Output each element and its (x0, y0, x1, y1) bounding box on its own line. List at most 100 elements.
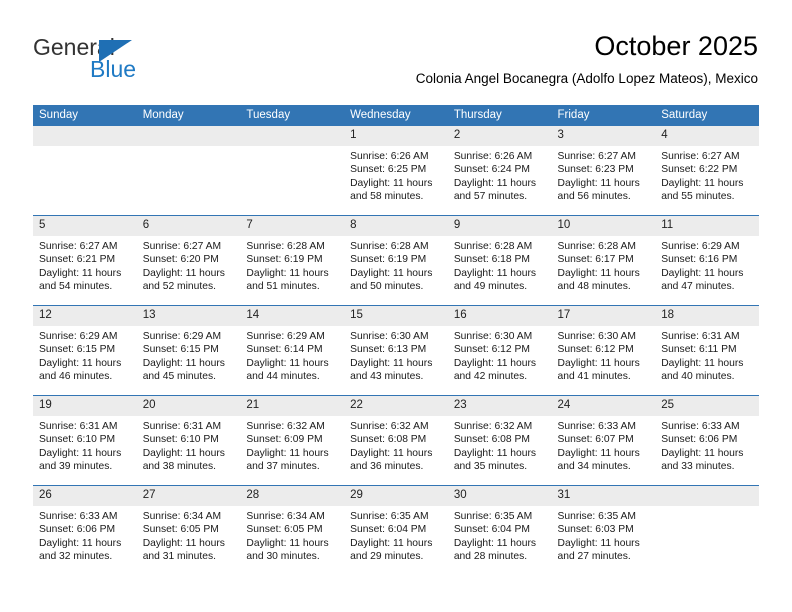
daylight-duration-line2: and 45 minutes. (142, 370, 216, 382)
calendar-day-cell[interactable]: 9 Sunrise: 6:28 AM Sunset: 6:18 PM Daylight… (447, 215, 552, 306)
weekday-header-tuesday: Tuesday (240, 105, 345, 126)
daylight-duration-line1: Daylight: 11 hours (453, 447, 537, 459)
sunrise-time: Sunrise: 6:26 AM (350, 151, 429, 162)
calendar-day-cell[interactable]: 12 Sunrise: 6:29 AM Sunset: 6:15 PM Dayligh… (33, 305, 137, 396)
calendar-day-cell[interactable]: 8 Sunrise: 6:28 AM Sunset: 6:19 PM Daylight… (344, 215, 448, 306)
sunset-time: Sunset: 6:23 PM (557, 164, 634, 176)
sunrise-time: Sunrise: 6:27 AM (39, 241, 118, 252)
calendar-day-cell[interactable]: 24 Sunrise: 6:33 AM Sunset: 6:07 PM Dayligh… (551, 395, 656, 486)
daylight-duration-line1: Daylight: 11 hours (142, 357, 225, 369)
sunrise-time: Sunrise: 6:27 AM (661, 151, 740, 162)
day-number: 11 (655, 216, 759, 236)
daylight-duration-line2: and 52 minutes. (142, 280, 216, 292)
calendar-day-cell[interactable]: 31 Sunrise: 6:35 AM Sunset: 6:03 PM Dayligh… (551, 485, 656, 575)
calendar-day-cell[interactable]: 14 Sunrise: 6:29 AM Sunset: 6:14 PM Dayligh… (240, 305, 345, 396)
calendar-day-cell[interactable]: 16 Sunrise: 6:30 AM Sunset: 6:12 PM Dayligh… (447, 305, 552, 396)
calendar-day-cell[interactable]: 2 Sunrise: 6:26 AM Sunset: 6:24 PM Daylight… (447, 126, 552, 216)
daylight-duration-line1: Daylight: 11 hours (350, 267, 433, 279)
calendar-day-cell[interactable]: 13 Sunrise: 6:29 AM Sunset: 6:15 PM Dayligh… (136, 305, 241, 396)
daylight-duration-line1: Daylight: 11 hours (142, 537, 225, 549)
daylight-duration-line2: and 43 minutes. (350, 370, 424, 382)
daylight-duration-line1: Daylight: 11 hours (557, 177, 640, 189)
daylight-duration-line1: Daylight: 11 hours (350, 177, 433, 189)
calendar-day-cell[interactable]: 10 Sunrise: 6:28 AM Sunset: 6:17 PM Dayligh… (551, 215, 656, 306)
calendar-day-cell[interactable]: 21 Sunrise: 6:32 AM Sunset: 6:09 PM Dayligh… (240, 395, 345, 486)
daylight-duration-line1: Daylight: 11 hours (453, 267, 537, 279)
calendar-day-cell[interactable]: 27 Sunrise: 6:34 AM Sunset: 6:05 PM Dayligh… (136, 485, 241, 575)
day-number: 24 (551, 396, 656, 416)
sunset-time: Sunset: 6:20 PM (142, 254, 219, 266)
calendar-day-cell[interactable]: 29 Sunrise: 6:35 AM Sunset: 6:04 PM Dayligh… (344, 485, 448, 575)
day-sun-info: Sunrise: 6:33 AM Sunset: 6:06 PM Daylight:… (655, 416, 759, 473)
calendar-day-cell[interactable]: 23 Sunrise: 6:32 AM Sunset: 6:08 PM Dayligh… (447, 395, 552, 486)
daylight-duration-line2: and 51 minutes. (246, 280, 320, 292)
calendar-table: Sunday Monday Tuesday Wednesday Thursday… (33, 105, 759, 575)
daylight-duration-line1: Daylight: 11 hours (350, 537, 433, 549)
calendar-day-cell[interactable]: 25 Sunrise: 6:33 AM Sunset: 6:06 PM Dayligh… (655, 395, 759, 486)
calendar-day-cell[interactable]: 18 Sunrise: 6:31 AM Sunset: 6:11 PM Dayligh… (655, 305, 759, 396)
day-sun-info: Sunrise: 6:29 AM Sunset: 6:16 PM Daylight:… (655, 236, 759, 293)
daylight-duration-line1: Daylight: 11 hours (246, 357, 329, 369)
calendar-day-cell[interactable]: 7 Sunrise: 6:28 AM Sunset: 6:19 PM Daylight… (240, 215, 345, 306)
day-sun-info: Sunrise: 6:29 AM Sunset: 6:14 PM Daylight:… (240, 326, 344, 383)
sunrise-time: Sunrise: 6:29 AM (142, 331, 222, 342)
sunrise-time: Sunrise: 6:33 AM (557, 421, 636, 432)
day-number: 23 (447, 396, 552, 416)
daylight-duration-line1: Daylight: 11 hours (453, 357, 537, 369)
day-number: 4 (655, 126, 759, 146)
daylight-duration-line1: Daylight: 11 hours (142, 447, 225, 459)
day-sun-info: Sunrise: 6:30 AM Sunset: 6:12 PM Daylight:… (448, 326, 552, 383)
day-sun-info: Sunrise: 6:35 AM Sunset: 6:03 PM Daylight:… (552, 506, 656, 563)
calendar-day-cell[interactable]: 22 Sunrise: 6:32 AM Sunset: 6:08 PM Dayligh… (344, 395, 448, 486)
calendar-page: General Blue October 2025 Colonia Angel … (0, 0, 792, 612)
daylight-duration-line1: Daylight: 11 hours (557, 537, 640, 549)
day-sun-info: Sunrise: 6:28 AM Sunset: 6:17 PM Daylight:… (552, 236, 656, 293)
day-sun-info: Sunrise: 6:27 AM Sunset: 6:20 PM Daylight:… (137, 236, 241, 293)
day-sun-info: Sunrise: 6:34 AM Sunset: 6:05 PM Daylight:… (240, 506, 344, 563)
sunrise-time: Sunrise: 6:31 AM (142, 421, 222, 432)
daylight-duration-line1: Daylight: 11 hours (39, 537, 122, 549)
calendar-day-cell[interactable]: 30 Sunrise: 6:35 AM Sunset: 6:04 PM Dayligh… (447, 485, 552, 575)
calendar-cell-empty (136, 126, 241, 216)
daylight-duration-line2: and 40 minutes. (661, 370, 735, 382)
day-number: 30 (447, 486, 552, 506)
calendar-day-cell[interactable]: 3 Sunrise: 6:27 AM Sunset: 6:23 PM Daylight… (551, 126, 656, 216)
day-sun-info: Sunrise: 6:33 AM Sunset: 6:06 PM Daylight:… (33, 506, 137, 563)
calendar-day-cell[interactable]: 5 Sunrise: 6:27 AM Sunset: 6:21 PM Daylight… (33, 215, 137, 306)
calendar-day-cell[interactable]: 26 Sunrise: 6:33 AM Sunset: 6:06 PM Dayligh… (33, 485, 137, 575)
day-sun-info: Sunrise: 6:31 AM Sunset: 6:11 PM Daylight:… (655, 326, 759, 383)
daylight-duration-line1: Daylight: 11 hours (39, 357, 122, 369)
calendar-day-cell[interactable]: 6 Sunrise: 6:27 AM Sunset: 6:20 PM Daylight… (136, 215, 241, 306)
calendar-day-cell[interactable]: 1 Sunrise: 6:26 AM Sunset: 6:25 PM Daylight… (344, 126, 448, 216)
daylight-duration-line2: and 56 minutes. (557, 190, 631, 202)
sunrise-time: Sunrise: 6:34 AM (142, 511, 222, 522)
day-sun-info: Sunrise: 6:27 AM Sunset: 6:22 PM Daylight:… (655, 146, 759, 203)
sunrise-time: Sunrise: 6:28 AM (557, 241, 636, 252)
sunset-time: Sunset: 6:22 PM (661, 164, 738, 176)
daylight-duration-line2: and 30 minutes. (246, 550, 320, 562)
day-number: 21 (240, 396, 345, 416)
day-sun-info: Sunrise: 6:30 AM Sunset: 6:13 PM Daylight:… (344, 326, 448, 383)
sunset-time: Sunset: 6:12 PM (557, 344, 634, 356)
daylight-duration-line2: and 54 minutes. (39, 280, 113, 292)
daylight-duration-line2: and 58 minutes. (350, 190, 424, 202)
day-number: 22 (344, 396, 448, 416)
sunrise-time: Sunrise: 6:31 AM (661, 331, 740, 342)
calendar-day-cell[interactable]: 15 Sunrise: 6:30 AM Sunset: 6:13 PM Dayligh… (344, 305, 448, 396)
calendar-day-cell[interactable]: 28 Sunrise: 6:34 AM Sunset: 6:05 PM Dayligh… (240, 485, 345, 575)
sunrise-time: Sunrise: 6:35 AM (350, 511, 429, 522)
day-sun-info: Sunrise: 6:35 AM Sunset: 6:04 PM Daylight:… (448, 506, 552, 563)
sunrise-time: Sunrise: 6:27 AM (557, 151, 636, 162)
daylight-duration-line2: and 44 minutes. (246, 370, 320, 382)
calendar-day-cell[interactable]: 4 Sunrise: 6:27 AM Sunset: 6:22 PM Daylight… (655, 126, 759, 216)
daylight-duration-line1: Daylight: 11 hours (39, 447, 122, 459)
calendar-week-row: 12 Sunrise: 6:29 AM Sunset: 6:15 PM Dayligh… (33, 305, 759, 396)
calendar-day-cell[interactable]: 17 Sunrise: 6:30 AM Sunset: 6:12 PM Dayligh… (551, 305, 656, 396)
calendar-day-cell[interactable]: 11 Sunrise: 6:29 AM Sunset: 6:16 PM Dayligh… (655, 215, 759, 306)
calendar-day-cell[interactable]: 19 Sunrise: 6:31 AM Sunset: 6:10 PM Dayligh… (33, 395, 137, 486)
calendar-day-cell[interactable]: 20 Sunrise: 6:31 AM Sunset: 6:10 PM Dayligh… (136, 395, 241, 486)
day-number: 2 (447, 126, 552, 146)
daylight-duration-line2: and 50 minutes. (350, 280, 424, 292)
daylight-duration-line2: and 31 minutes. (142, 550, 216, 562)
day-number: 13 (136, 306, 241, 326)
